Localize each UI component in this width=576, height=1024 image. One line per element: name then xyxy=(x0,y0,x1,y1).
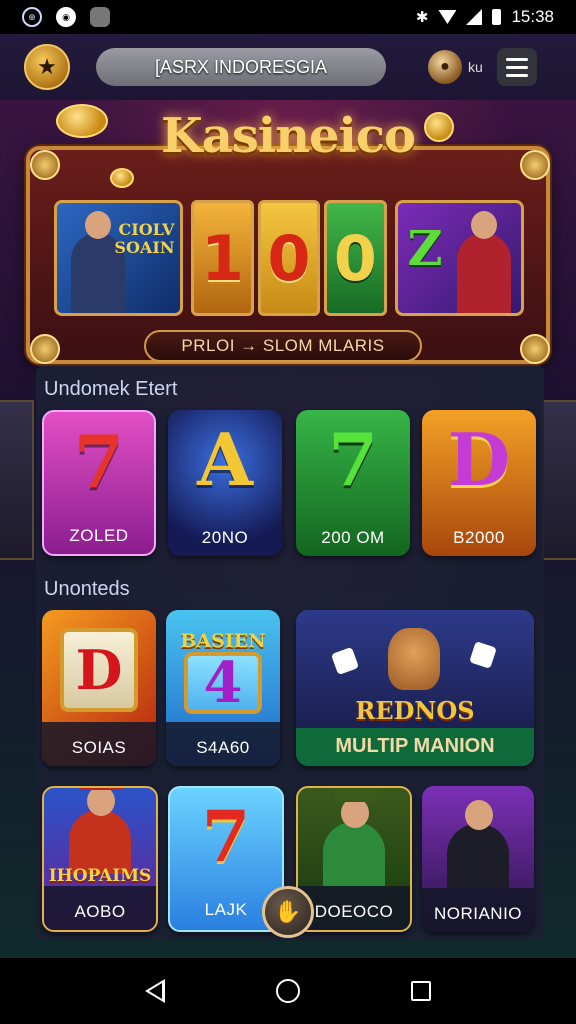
recent-apps-icon[interactable] xyxy=(410,981,431,1001)
messenger-icon: ◉ xyxy=(56,7,76,27)
tile-title: BASIEN xyxy=(180,630,266,652)
tile-symbol: 7 xyxy=(73,419,125,504)
back-icon[interactable] xyxy=(145,979,166,1003)
game-tile[interactable]: BASIEN 4 S4A60 xyxy=(166,610,280,766)
tile-label: B2000 xyxy=(453,528,505,547)
tile-symbol: 7 xyxy=(201,795,251,878)
section-title: Unonteds xyxy=(44,578,130,600)
status-time: 15:38 xyxy=(511,7,554,26)
tile-symbol: 4 xyxy=(184,650,262,716)
lucky-paw-icon[interactable]: ✋ xyxy=(262,886,314,938)
character-figure xyxy=(323,788,385,886)
system-nav-bar xyxy=(0,958,576,1024)
bluetooth-icon: ✱ xyxy=(415,9,429,26)
star-icon[interactable]: ★ xyxy=(24,44,70,90)
user-profile[interactable]: ● ku xyxy=(428,50,483,84)
featured-game-name: REDNOS xyxy=(355,696,475,725)
hero-action-pill[interactable]: PRLOI → SLOM MLARIS xyxy=(144,330,422,362)
game-tile[interactable]: 7 200 OM xyxy=(296,410,410,556)
side-slot-machine-right xyxy=(542,400,576,560)
tile-symbol: A xyxy=(197,417,253,502)
hamburger-menu-icon[interactable] xyxy=(496,48,537,86)
reel-digit: 0 xyxy=(324,200,387,316)
dice-icon xyxy=(469,641,497,669)
tile-label: 20NO xyxy=(201,528,249,547)
app-icon: ⊕ xyxy=(22,7,42,27)
tile-label: ZOLED xyxy=(69,526,129,545)
reel-digit: 0 xyxy=(257,200,321,316)
tile-label: DOEOCO xyxy=(314,902,394,921)
hero-card-host[interactable]: Z xyxy=(394,200,524,316)
corner-ornament-icon xyxy=(30,334,60,364)
tile-symbol: 7 xyxy=(327,417,379,502)
status-bar: ⊕ ◉ ✱ 15:38 xyxy=(0,0,576,34)
signal-icon xyxy=(466,9,483,25)
title-pill[interactable]: [ASRX INDORESGIA xyxy=(96,48,386,86)
home-icon[interactable] xyxy=(275,979,300,1003)
hero-reels: CIOLV SOAIN 1 0 0 Z xyxy=(54,200,524,316)
hero-card-dealer[interactable]: CIOLV SOAIN xyxy=(54,200,184,316)
tile-label: AOBO xyxy=(74,902,126,921)
status-left-icons: ⊕ ◉ xyxy=(22,7,110,27)
game-tile[interactable]: 7 ZOLED xyxy=(42,410,156,556)
tile-symbol: D xyxy=(447,417,511,502)
coin-icon xyxy=(110,168,134,188)
featured-game-tile[interactable]: REDNOS MULTIP MANION xyxy=(296,610,534,766)
hero-card-letter: Z xyxy=(407,221,443,277)
tile-label: SOIAS xyxy=(71,738,127,757)
hero-reel-digits: 1 0 0 xyxy=(191,200,387,316)
hero-card-text: CIOLV SOAIN xyxy=(114,220,175,257)
app-bar: ★ [ASRX INDORESGIA ● ku xyxy=(0,34,576,100)
reel-digit: 1 xyxy=(191,200,254,316)
tile-label: NORIANIO xyxy=(433,904,523,923)
side-slot-machine-left xyxy=(0,400,34,560)
game-tile[interactable]: D B2000 xyxy=(422,410,536,556)
tile-label: S4A60 xyxy=(196,738,250,757)
game-tile[interactable]: D SOIAS xyxy=(42,610,156,766)
game-tile[interactable]: NORIANIO xyxy=(422,786,534,932)
status-right-icons: ✱ 15:38 xyxy=(416,7,554,27)
section-title: Undomek Etert xyxy=(44,378,178,400)
dice-icon xyxy=(330,646,360,676)
game-tile[interactable]: IHOPAIMS AOBO xyxy=(42,786,158,932)
hero-title: Kasineico xyxy=(161,108,416,164)
mascot-icon xyxy=(388,628,440,690)
notification-icon xyxy=(90,7,110,27)
tile-label: 200 OM xyxy=(321,528,385,547)
tile-title: IHOPAIMS xyxy=(48,866,152,886)
coin-avatar-icon[interactable]: ● xyxy=(428,50,462,84)
tile-symbol: D xyxy=(60,628,138,712)
tile-label: MULTIP MANION xyxy=(335,735,495,757)
host-figure xyxy=(456,211,511,313)
character-figure xyxy=(69,788,131,874)
wifi-icon xyxy=(438,10,457,24)
user-label: ku xyxy=(468,59,483,75)
battery-icon xyxy=(492,9,502,25)
game-tile[interactable]: A 20NO xyxy=(168,410,282,556)
corner-ornament-icon xyxy=(520,334,550,364)
character-figure xyxy=(447,800,509,888)
